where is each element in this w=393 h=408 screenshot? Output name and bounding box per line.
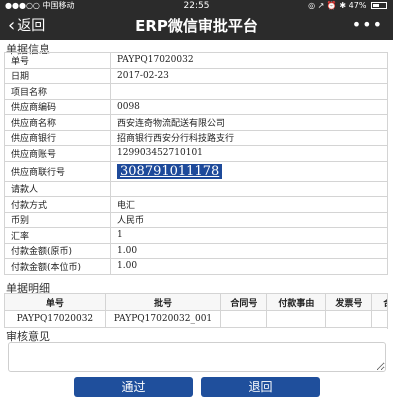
- info-label: 单号: [4, 52, 111, 69]
- battery-percent: 47%: [348, 1, 367, 10]
- info-label: 供应商账号: [4, 145, 111, 162]
- detail-cell: PAYPQ17020032_001: [104, 310, 222, 328]
- detail-cell: [325, 310, 373, 328]
- battery-icon: [371, 2, 387, 9]
- top-bar: ●●●○○ 中国移动 22:55 ◎ ↗ ⏰ ✱ 47% ‹ 返回 ERP微信审批…: [0, 0, 393, 40]
- status-bar: ●●●○○ 中国移动 22:55 ◎ ↗ ⏰ ✱ 47%: [0, 0, 393, 12]
- table-row: 汇率 1: [4, 227, 388, 244]
- detail-cell: [220, 310, 268, 328]
- info-value-cell: 308791011178: [110, 160, 388, 182]
- detail-header: 合: [371, 293, 387, 311]
- detail-header: 单号: [4, 293, 106, 311]
- info-label: 供应商联行号: [4, 160, 111, 182]
- signal-icons: ◎ ↗ ⏰ ✱: [308, 1, 349, 10]
- reject-button[interactable]: 退回: [201, 377, 320, 397]
- detail-table: 单号 批号 合同号 付款事由 发票号 合 PAYPQ17020032 PAYPQ…: [4, 293, 387, 328]
- more-menu-button[interactable]: •••: [352, 14, 383, 36]
- bank-code-link[interactable]: 308791011178: [117, 163, 223, 179]
- detail-cell: [266, 310, 327, 328]
- info-value: 西安连奇物流配送有限公司: [110, 114, 388, 131]
- table-row: PAYPQ17020032 PAYPQ17020032_001: [4, 310, 387, 328]
- info-label: 供应商银行: [4, 129, 111, 146]
- nav-bar: ‹ 返回 ERP微信审批平台 •••: [0, 12, 393, 40]
- info-value: 1.00: [110, 258, 388, 275]
- info-value: 1: [110, 227, 388, 244]
- table-row: 付款金额(本位币) 1.00: [4, 258, 388, 275]
- info-label: 付款金额(本位币): [4, 258, 111, 275]
- table-row: 单号 PAYPQ17020032: [4, 52, 388, 69]
- table-row: 项目名称: [4, 83, 388, 100]
- table-row: 供应商编码 0098: [4, 98, 388, 115]
- opinion-input[interactable]: [8, 342, 386, 372]
- info-label: 供应商编码: [4, 98, 111, 115]
- table-row: 供应商联行号 308791011178: [4, 160, 388, 182]
- info-table: 单号 PAYPQ17020032 日期 2017-02-23 项目名称 供应商编码 0…: [4, 52, 388, 275]
- table-row: 付款方式 电汇: [4, 196, 388, 213]
- table-row: 供应商银行 招商银行西安分行科技路支行: [4, 129, 388, 146]
- info-label: 项目名称: [4, 83, 111, 100]
- info-value: 电汇: [110, 196, 388, 213]
- detail-header: 批号: [104, 293, 222, 311]
- info-label: 付款方式: [4, 196, 111, 213]
- info-value: 2017-02-23: [110, 67, 388, 84]
- info-value: [110, 180, 388, 197]
- table-row: 请款人: [4, 180, 388, 197]
- info-label: 供应商名称: [4, 114, 111, 131]
- table-row: 币别 人民币: [4, 211, 388, 228]
- info-value: 0098: [110, 98, 388, 115]
- detail-cell: PAYPQ17020032: [4, 310, 106, 328]
- info-value: 129903452710101: [110, 145, 388, 162]
- table-row: 日期 2017-02-23: [4, 67, 388, 84]
- table-row: 供应商账号 129903452710101: [4, 145, 388, 162]
- info-label: 币别: [4, 211, 111, 228]
- detail-table-scroll[interactable]: 单号 批号 合同号 付款事由 发票号 合 PAYPQ17020032 PAYPQ…: [4, 293, 388, 329]
- detail-header: 发票号: [325, 293, 373, 311]
- info-label: 付款金额(原币): [4, 242, 111, 259]
- detail-header: 合同号: [220, 293, 268, 311]
- detail-cell: [371, 310, 387, 328]
- approve-button[interactable]: 通过: [74, 377, 193, 397]
- status-right: ◎ ↗ ⏰ ✱ 47%: [308, 0, 387, 12]
- table-row: 付款金额(原币) 1.00: [4, 242, 388, 259]
- info-label: 汇率: [4, 227, 111, 244]
- detail-header-row: 单号 批号 合同号 付款事由 发票号 合: [4, 293, 387, 311]
- detail-header: 付款事由: [266, 293, 327, 311]
- info-value: 人民币: [110, 211, 388, 228]
- info-value: [110, 83, 388, 100]
- info-label: 日期: [4, 67, 111, 84]
- info-label: 请款人: [4, 180, 111, 197]
- table-row: 供应商名称 西安连奇物流配送有限公司: [4, 114, 388, 131]
- info-value: PAYPQ17020032: [110, 52, 388, 69]
- page-title: ERP微信审批平台: [135, 17, 258, 35]
- info-value: 招商银行西安分行科技路支行: [110, 129, 388, 146]
- info-value: 1.00: [110, 242, 388, 259]
